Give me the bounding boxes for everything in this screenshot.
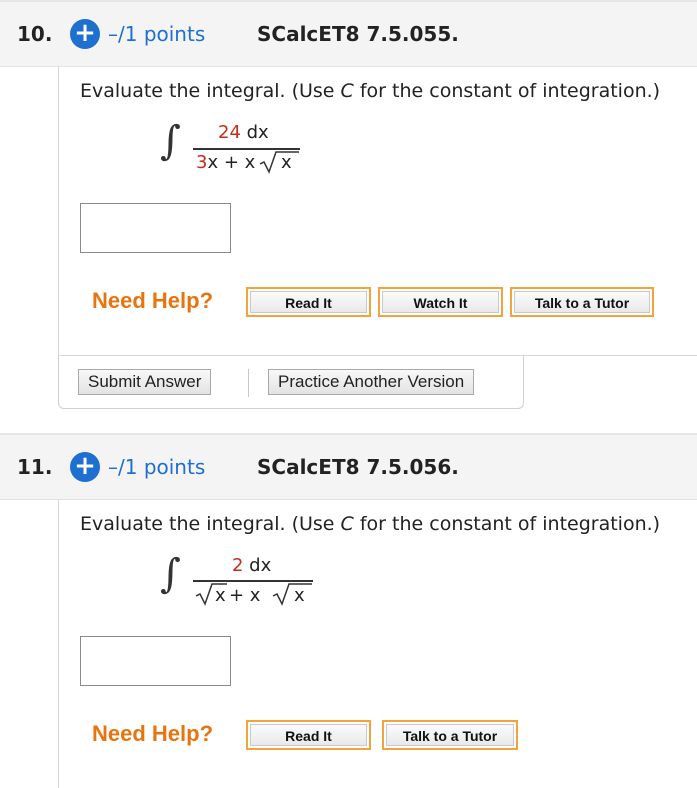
button-divider: [248, 369, 249, 397]
sqrt-sign: [272, 583, 312, 606]
plus-circle-icon[interactable]: +: [70, 452, 100, 482]
integral-sign: ∫: [160, 551, 181, 597]
answer-input[interactable]: [80, 636, 231, 686]
question-number: 11.: [17, 455, 53, 479]
question-number: 10.: [17, 22, 53, 46]
question-code: SCalcET8 7.5.056.: [257, 455, 459, 479]
sqrt-sign: [259, 151, 299, 174]
integral-denominator: + x: [229, 585, 261, 606]
integral-sign: ∫: [160, 118, 181, 164]
question-header: 10. + –/1 points SCalcET8 7.5.055.: [0, 0, 697, 67]
question-prompt: Evaluate the integral. (Use C for the co…: [80, 80, 661, 102]
points-link[interactable]: –/1 points: [108, 22, 205, 46]
sqrt-argument: x: [281, 152, 292, 173]
integral-numerator: 2 dx: [232, 555, 272, 576]
answer-input[interactable]: [80, 203, 231, 253]
talk-to-a-tutor-button[interactable]: Talk to a Tutor: [382, 720, 518, 750]
sqrt-argument: x: [215, 585, 226, 606]
submit-answer-button[interactable]: Submit Answer: [78, 369, 212, 395]
read-it-button[interactable]: Read It: [246, 720, 371, 750]
watch-it-button[interactable]: Watch It: [378, 287, 503, 317]
question-header: 11. + –/1 points SCalcET8 7.5.056.: [0, 433, 697, 500]
plus-circle-icon[interactable]: +: [70, 19, 100, 49]
need-help-label: Need Help?: [92, 288, 214, 313]
talk-to-a-tutor-button[interactable]: Talk to a Tutor: [510, 287, 654, 317]
integral-numerator: 24 dx: [218, 122, 269, 143]
points-link[interactable]: –/1 points: [108, 455, 205, 479]
read-it-button[interactable]: Read It: [246, 287, 371, 317]
question-code: SCalcET8 7.5.055.: [257, 22, 459, 46]
need-help-label: Need Help?: [92, 721, 214, 746]
integral-denominator: 3x + x: [196, 152, 256, 173]
question-left-border: [58, 66, 59, 356]
question-left-border: [58, 499, 59, 788]
sqrt-argument: x: [294, 585, 305, 606]
practice-another-version-button[interactable]: Practice Another Version: [268, 369, 475, 395]
question-prompt: Evaluate the integral. (Use C for the co…: [80, 513, 661, 535]
